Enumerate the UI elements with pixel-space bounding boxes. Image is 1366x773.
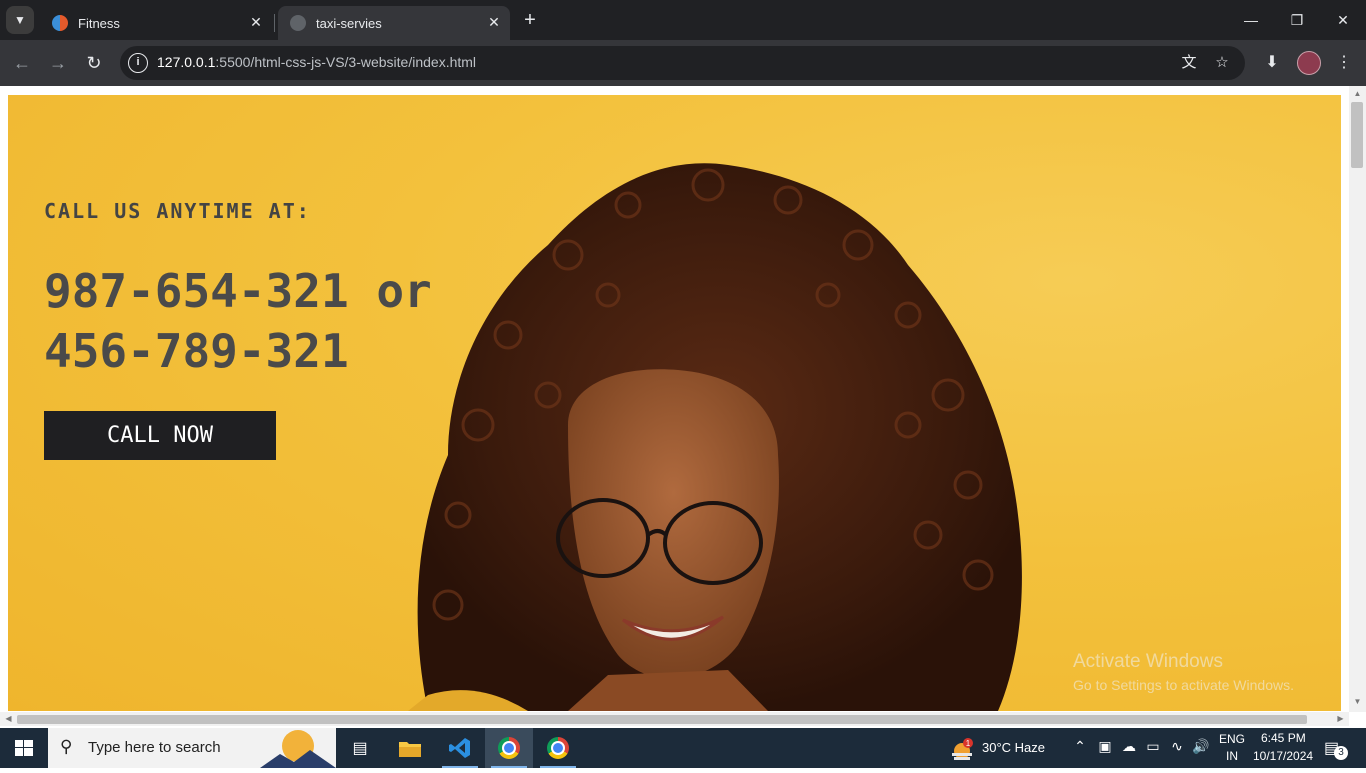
horizontal-scroll-thumb[interactable] (17, 715, 1307, 724)
start-button[interactable] (0, 728, 48, 768)
watermark-subtitle: Go to Settings to activate Windows. (1073, 677, 1294, 693)
chrome-taskbar-button-active[interactable] (485, 728, 533, 768)
tab-fitness[interactable]: Fitness ✕ (40, 6, 272, 40)
back-button[interactable]: ← (10, 51, 34, 75)
phone-line-1: 987-654-321 or (44, 264, 432, 318)
url-host: 127.0.0.1 (157, 54, 216, 70)
windows-activation-watermark: Activate Windows Go to Settings to activ… (1073, 651, 1294, 693)
folder-icon (399, 742, 421, 757)
globe-icon (290, 15, 306, 31)
browser-toolbar: ← → ↻ i 127.0.0.1:5500/html-css-js-VS/3-… (0, 40, 1366, 86)
hero-phone-numbers: 987-654-321 or 456-789-321 (44, 261, 484, 381)
tab-search-button[interactable]: ▼ (6, 6, 34, 34)
avatar[interactable] (1297, 51, 1321, 75)
weather-icon[interactable]: 1 (948, 737, 976, 761)
windows-taskbar: ⚲ Type here to search ▤ 1 30°C Haze ⌃ ▣ … (0, 728, 1366, 768)
search-placeholder: Type here to search (88, 739, 221, 756)
hero-section: CALL US ANYTIME AT: 987-654-321 or 456-7… (8, 95, 1341, 711)
scroll-left-icon[interactable]: ◀ (0, 711, 17, 727)
chrome-icon (547, 737, 569, 759)
notification-count: 3 (1334, 746, 1348, 760)
meet-now-icon[interactable]: ▣ (1095, 738, 1115, 755)
close-icon[interactable]: ✕ (486, 14, 502, 30)
download-icon[interactable]: ⬇ (1260, 51, 1284, 75)
task-view-icon: ▤ (352, 740, 368, 757)
plus-icon: + (524, 9, 536, 31)
close-window-button[interactable]: ✕ (1320, 0, 1366, 40)
chrome-taskbar-button[interactable] (534, 728, 582, 768)
language-top[interactable]: ENG (1219, 732, 1245, 746)
arrow-right-icon: → (49, 53, 67, 73)
notifications-button[interactable]: ▤ 3 (1322, 738, 1350, 760)
file-explorer-button[interactable] (386, 728, 434, 768)
horizontal-scrollbar[interactable]: ◀ ▶ (0, 712, 1349, 726)
clock-date[interactable]: 10/17/2024 (1253, 749, 1313, 763)
taskbar-search[interactable]: ⚲ Type here to search (48, 728, 336, 768)
vscode-icon (449, 738, 470, 758)
chevron-up-icon[interactable]: ⌃ (1070, 738, 1090, 755)
reload-icon: ↻ (86, 53, 102, 73)
url-path: :5500/html-css-js-VS/3-website/index.htm… (215, 54, 477, 70)
chrome-icon (498, 737, 520, 759)
arrow-left-icon: ← (13, 53, 31, 73)
minimize-button[interactable]: — (1228, 0, 1274, 40)
restore-icon: ❐ (1290, 11, 1304, 28)
battery-icon[interactable]: ▭ (1143, 738, 1163, 755)
kebab-menu-icon[interactable]: ⋮ (1332, 51, 1356, 75)
weather-text[interactable]: 30°C Haze (982, 740, 1045, 755)
close-icon[interactable]: ✕ (248, 14, 264, 30)
restore-button[interactable]: ❐ (1274, 0, 1320, 40)
scroll-down-icon[interactable]: ▼ (1349, 694, 1366, 710)
close-icon: ✕ (1337, 11, 1349, 28)
search-icon: ⚲ (60, 737, 73, 756)
tab-taxi-servies[interactable]: taxi-servies ✕ (278, 6, 510, 40)
vertical-scrollbar[interactable]: ▲ ▼ (1349, 86, 1366, 712)
woman-photo (408, 163, 1022, 711)
clock-time[interactable]: 6:45 PM (1261, 731, 1306, 745)
volume-icon[interactable]: 🔊 (1191, 738, 1211, 755)
windows-logo-icon (15, 740, 33, 756)
scroll-up-icon[interactable]: ▲ (1349, 86, 1366, 102)
star-icon[interactable]: ☆ (1212, 53, 1232, 73)
weather-badge: 1 (966, 739, 971, 748)
translate-icon[interactable]: 文 (1179, 53, 1199, 73)
search-highlight-image (260, 730, 336, 768)
chevron-down-icon: ▼ (14, 13, 26, 27)
new-tab-button[interactable]: + (518, 9, 542, 33)
watermark-title: Activate Windows (1073, 651, 1223, 672)
page-viewport: CALL US ANYTIME AT: 987-654-321 or 456-7… (0, 86, 1366, 726)
tab-title: taxi-servies (316, 15, 382, 31)
minimize-icon: — (1244, 12, 1258, 28)
tab-title: Fitness (78, 15, 120, 31)
vscode-button[interactable] (436, 728, 484, 768)
info-icon[interactable]: i (128, 53, 148, 73)
phone-line-2: 456-789-321 (44, 324, 349, 378)
task-view-button[interactable]: ▤ (336, 728, 384, 768)
onedrive-icon[interactable]: ☁ (1119, 738, 1139, 755)
vertical-scroll-thumb[interactable] (1351, 102, 1363, 168)
tab-separator (274, 14, 275, 32)
address-bar[interactable]: i 127.0.0.1:5500/html-css-js-VS/3-websit… (120, 46, 1245, 80)
scroll-right-icon[interactable]: ▶ (1332, 711, 1349, 727)
tab-strip: ▼ Fitness ✕ taxi-servies ✕ + — ❐ ✕ (0, 0, 1366, 40)
url-text[interactable]: 127.0.0.1:5500/html-css-js-VS/3-website/… (157, 54, 476, 70)
call-now-button[interactable]: CALL NOW (44, 411, 276, 460)
wifi-icon[interactable]: ∿ (1167, 738, 1187, 755)
language-bottom[interactable]: IN (1226, 749, 1238, 763)
hero-kicker: CALL US ANYTIME AT: (44, 199, 311, 223)
forward-button[interactable]: → (46, 51, 70, 75)
reload-button[interactable]: ↻ (82, 51, 106, 75)
fitness-favicon-icon (52, 15, 68, 31)
